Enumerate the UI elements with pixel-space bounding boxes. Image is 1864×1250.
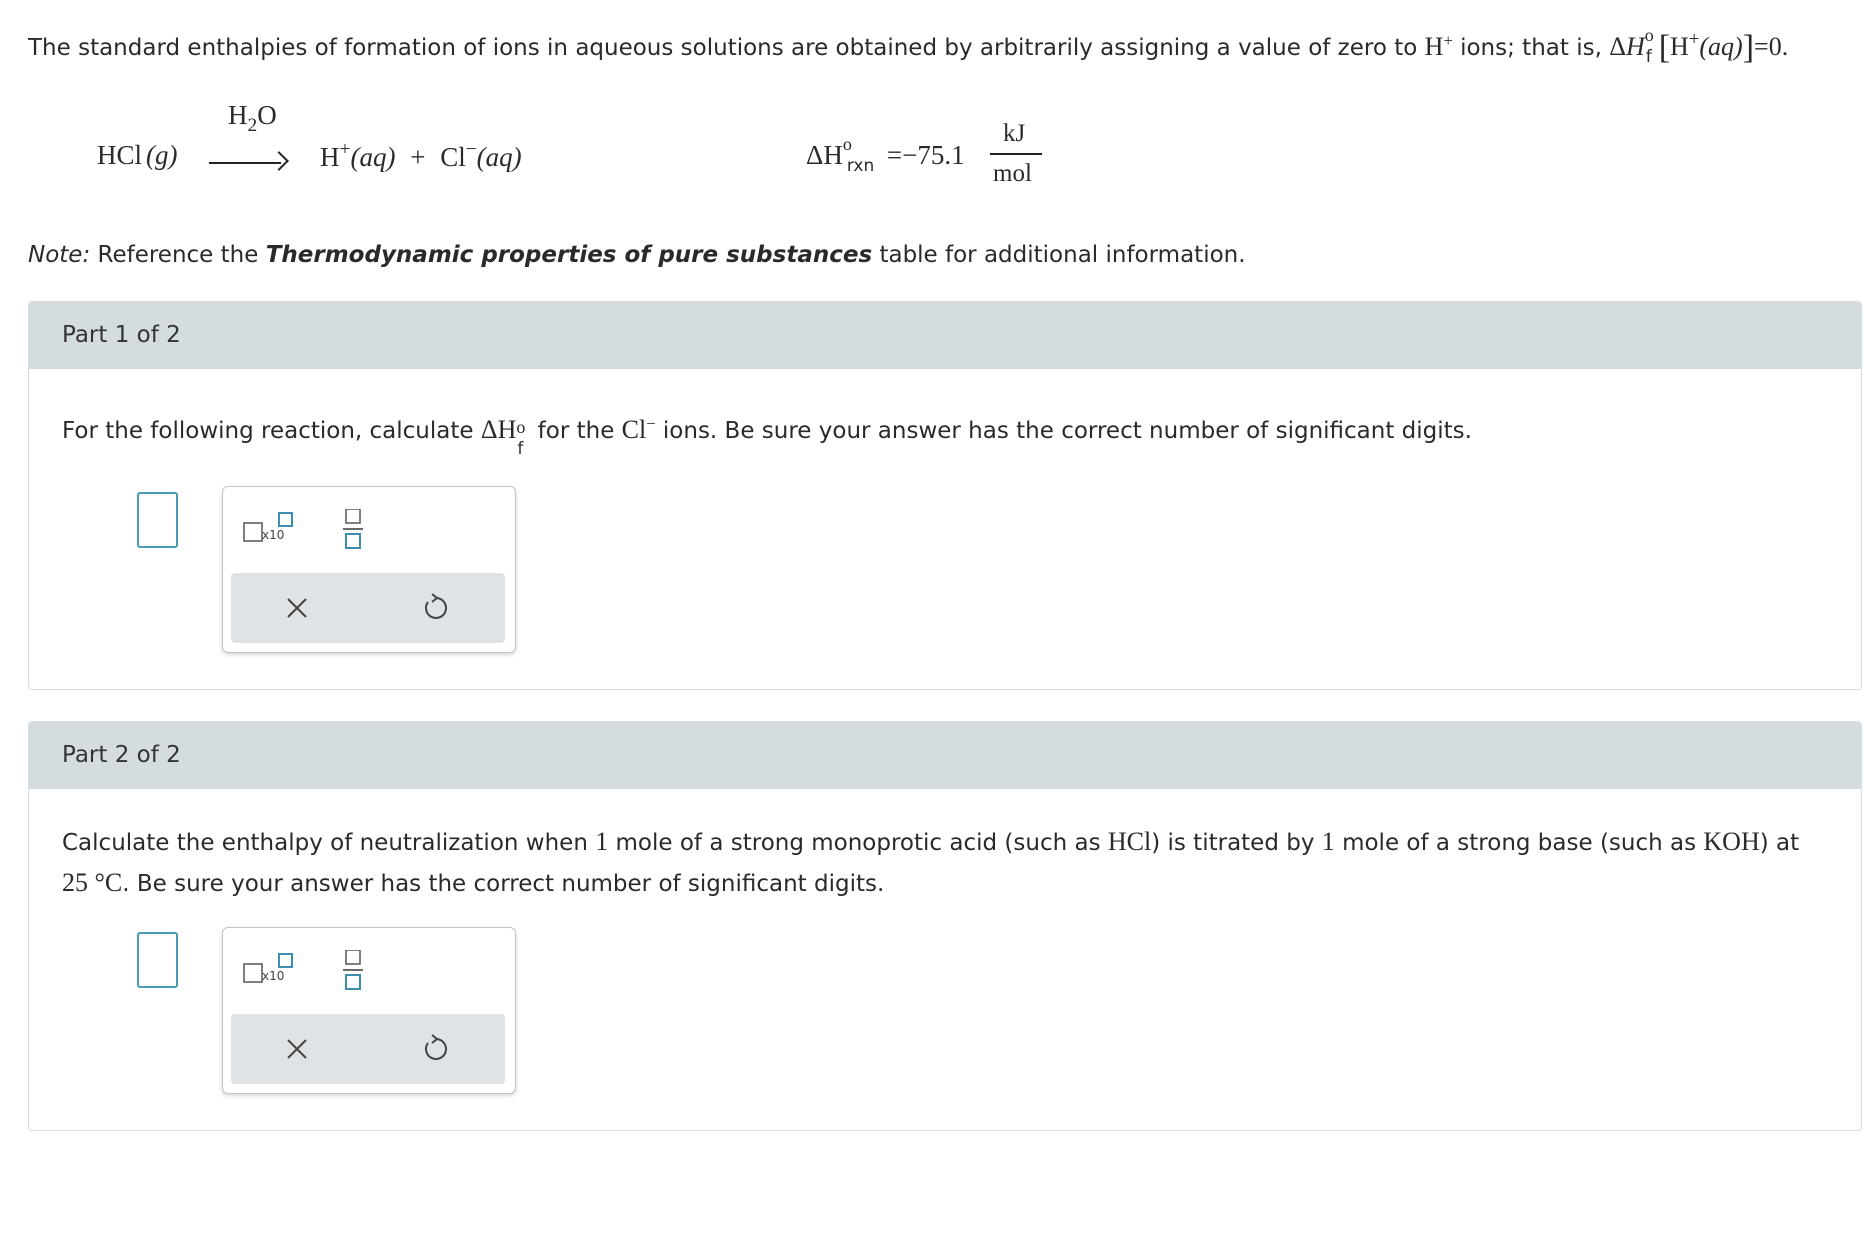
undo-icon[interactable]	[405, 1026, 465, 1072]
unit-numerator: kJ	[1003, 120, 1026, 147]
part2-header: Part 2 of 2	[29, 722, 1861, 789]
part2-action-bar	[231, 1014, 505, 1084]
scientific-notation-icon[interactable]: x10	[241, 950, 301, 994]
fraction-icon[interactable]	[331, 508, 391, 553]
part1-action-bar	[231, 573, 505, 643]
part2-answer-input[interactable]	[137, 932, 178, 988]
unit-denominator: mol	[993, 160, 1032, 187]
part2-panel: Part 2 of 2 Calculate the enthalpy of ne…	[28, 721, 1862, 1131]
reaction-products: H+(aq) + Cl−(aq)	[320, 139, 522, 172]
reaction-reactant: HCl (g)	[97, 140, 178, 170]
clear-icon[interactable]	[267, 585, 327, 631]
scientific-notation-icon[interactable]: x10	[241, 509, 301, 553]
unit-fraction-bar	[990, 153, 1042, 155]
clear-icon[interactable]	[267, 1026, 327, 1072]
part1-panel: Part 1 of 2 For the following reaction, …	[28, 301, 1862, 690]
undo-icon[interactable]	[405, 585, 465, 631]
part1-answer-input[interactable]	[137, 492, 178, 548]
note-text: Note: Reference the Thermodynamic proper…	[28, 242, 1246, 268]
part1-header: Part 1 of 2	[29, 302, 1861, 369]
reaction-enthalpy: ΔH o rxn =−75.1	[806, 134, 965, 176]
part1-math-palette: x10	[222, 486, 516, 653]
part1-question: For the following reaction, calculate ΔH…	[62, 413, 1472, 459]
part2-math-palette: x10	[222, 927, 516, 1094]
fraction-icon[interactable]	[331, 949, 391, 994]
part2-question: Calculate the enthalpy of neutralization…	[62, 827, 1800, 897]
reaction-solvent: H2O	[228, 100, 277, 136]
intro-text: The standard enthalpies of formation of …	[28, 25, 1789, 67]
